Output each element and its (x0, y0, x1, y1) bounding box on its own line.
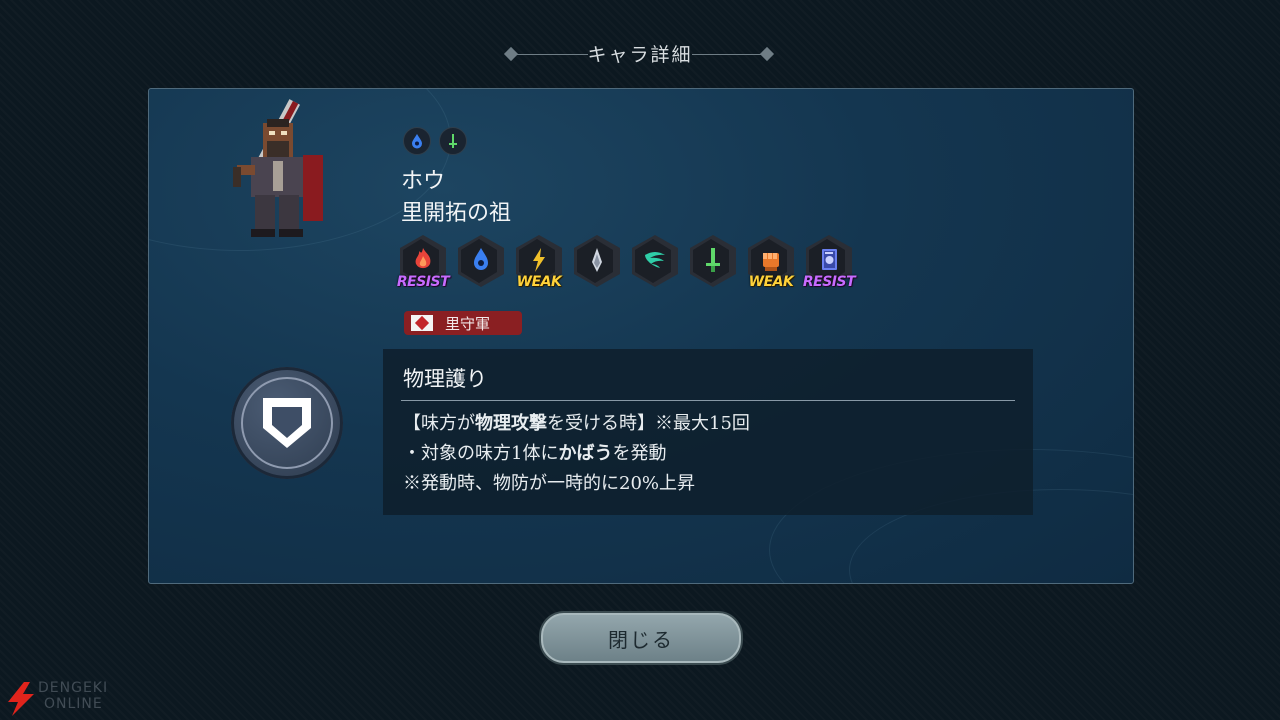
ice-icon (592, 248, 602, 272)
character-detail-panel: ホウ 里開拓の祖 RESIST WEAK WEAK RESIST 里守軍 物理護… (148, 88, 1134, 584)
resistance-wind (630, 235, 680, 293)
skill-line-2: ・対象の味方1体にかばうを発動 (403, 443, 667, 464)
screen-title: キャラ詳細 (587, 44, 693, 66)
resistance-tag: RESIST (802, 274, 856, 290)
skill-description-box: 物理護り 【味方が物理攻撃を受ける時】※最大15回 ・対象の味方1体にかばうを発… (383, 349, 1033, 515)
resistance-fist: WEAK (746, 235, 796, 293)
resistance-list: RESIST WEAK WEAK RESIST (396, 235, 856, 293)
resistance-magic: RESIST (802, 235, 856, 293)
resistance-tag: WEAK (516, 274, 562, 290)
resistance-ice (572, 235, 622, 293)
skill-line-1: 【味方が物理攻撃を受ける時】※最大15回 (403, 413, 750, 434)
character-name: ホウ (401, 169, 446, 194)
close-button[interactable]: 閉じる (541, 613, 741, 663)
skill-icon (231, 367, 343, 479)
fire-icon (415, 248, 431, 269)
resistance-water (456, 235, 506, 293)
faction-badge: 里守軍 (404, 311, 522, 335)
fist-icon (763, 253, 779, 271)
resistance-tag: WEAK (748, 274, 794, 290)
skill-divider (401, 400, 1015, 401)
character-sprite (233, 99, 323, 237)
faction-label: 里守軍 (445, 314, 491, 333)
header-ornament-right (759, 46, 775, 62)
header-divider-left (508, 54, 588, 55)
skill-description: 【味方が物理攻撃を受ける時】※最大15回 ・対象の味方1体にかばうを発動 ※発動… (403, 409, 750, 499)
sword-icon (706, 248, 720, 272)
water-element-icon (403, 127, 431, 155)
shield-icon (263, 398, 311, 448)
close-button-label: 閉じる (608, 627, 674, 652)
skill-line-3: ※発動時、物防が一時的に20%上昇 (403, 473, 696, 494)
resistance-fire: RESIST (396, 235, 450, 293)
skill-name: 物理護り (403, 367, 487, 391)
resistance-tag: RESIST (396, 274, 450, 290)
faction-flag-icon (411, 315, 433, 331)
watermark-logo: DENGEKI ONLINE (4, 680, 134, 716)
magic-tome-icon (822, 249, 837, 270)
wind-icon (645, 252, 665, 268)
character-title: 里開拓の祖 (401, 201, 512, 226)
lightning-icon (533, 248, 545, 272)
sword-weapon-icon (439, 127, 467, 155)
lightning-logo-icon (8, 682, 34, 716)
resistance-lightning: WEAK (514, 235, 564, 293)
header: キャラ詳細 (0, 40, 1280, 70)
element-weapon-icons (403, 127, 467, 155)
water-icon (474, 248, 488, 270)
resistance-sword (688, 235, 738, 293)
